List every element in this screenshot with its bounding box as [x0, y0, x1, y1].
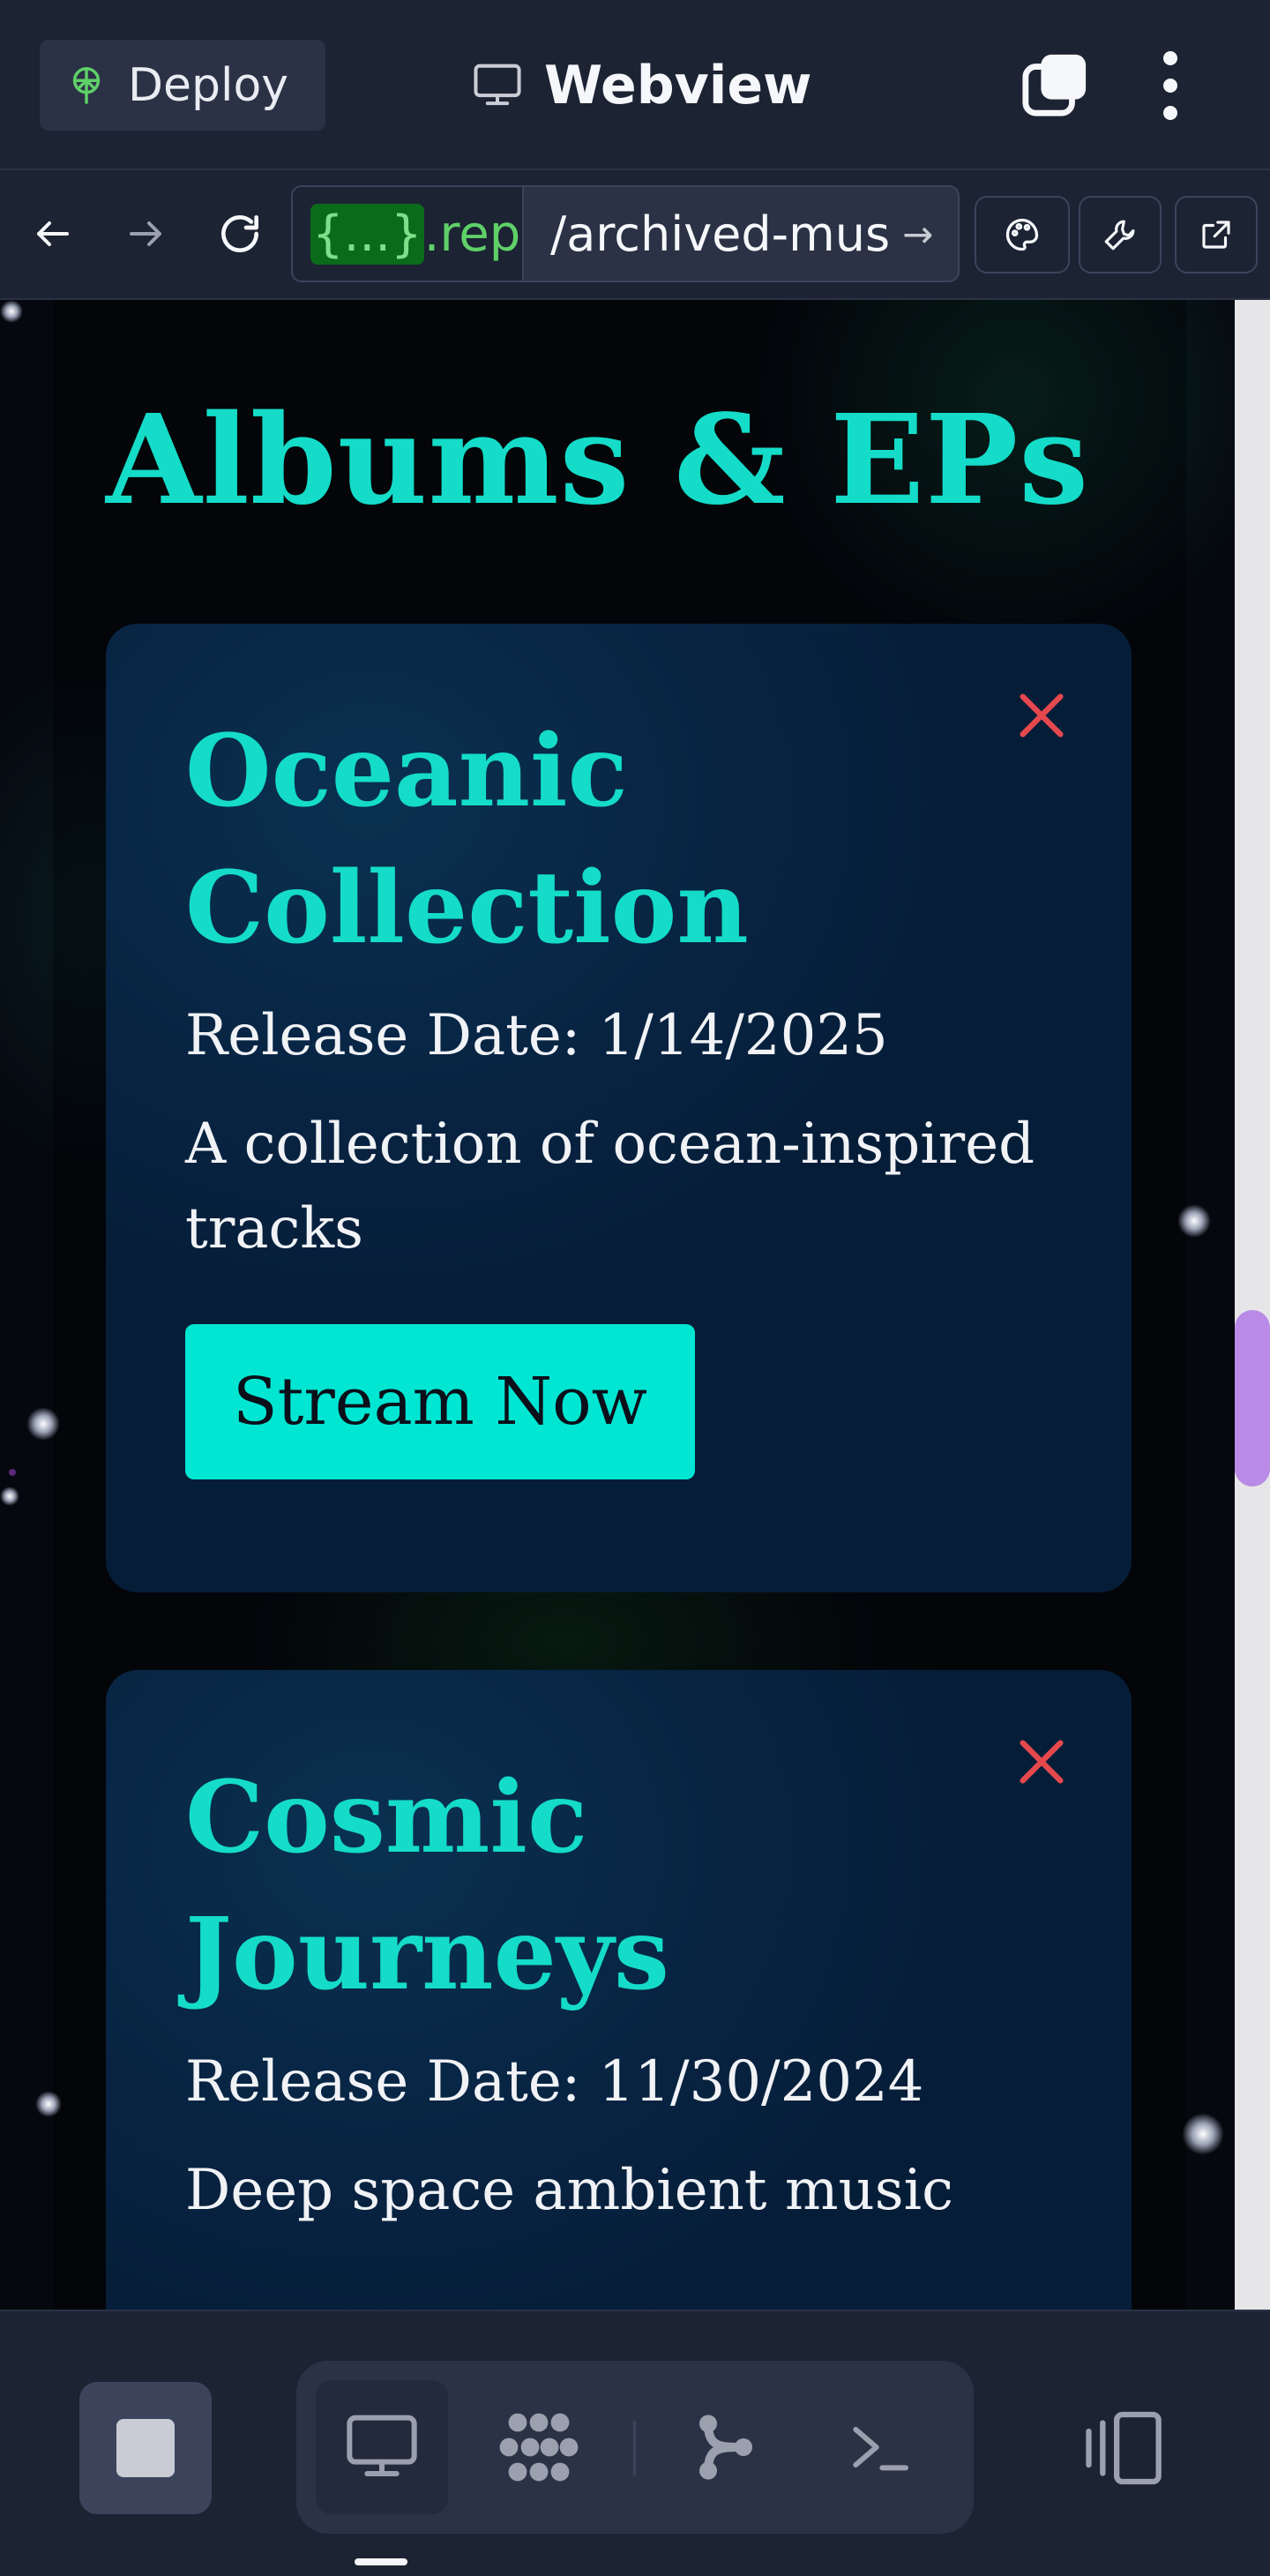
workspace-header: Deploy Webview	[0, 0, 1270, 170]
star-decoration	[0, 300, 23, 323]
git-branch-icon	[699, 2415, 752, 2480]
star-decoration	[35, 2091, 62, 2117]
url-host-brace: {...}	[310, 203, 424, 265]
device-toggle-icon[interactable]	[1080, 2408, 1164, 2488]
monitor-icon	[347, 2415, 417, 2476]
album-card: Cosmic Journeys Release Date: 11/30/2024…	[106, 1670, 1132, 2310]
album-description: A collection of ocean-inspired tracks	[185, 1112, 1035, 1262]
more-vertical-icon[interactable]	[1155, 51, 1185, 120]
delete-album-close-icon[interactable]	[1013, 1734, 1070, 1790]
star-decoration	[1182, 2113, 1224, 2155]
album-title: Oceanic Collection	[185, 714, 749, 966]
tab-shell[interactable]	[813, 2380, 945, 2514]
monitor-icon	[474, 64, 521, 106]
webview-title: Webview	[472, 44, 812, 127]
url-host-domain: .repl	[423, 205, 524, 263]
album-description: Deep space ambient music	[185, 2158, 953, 2223]
tool-tab-group	[296, 2361, 974, 2534]
tab-git[interactable]	[660, 2380, 792, 2514]
url-path-text: /archived-mus	[550, 206, 891, 262]
terminal-icon	[853, 2427, 908, 2471]
delete-album-close-icon[interactable]	[1013, 687, 1070, 744]
section-title: Albums & EPs	[106, 388, 1090, 533]
album-release-date: Release Date: 11/30/2024	[185, 2049, 924, 2115]
open-external-button[interactable]	[1175, 196, 1258, 273]
external-link-icon	[1202, 221, 1230, 249]
back-arrow-icon[interactable]	[22, 203, 84, 265]
stream-now-button[interactable]: Stream Now	[185, 1324, 695, 1479]
devtools-button[interactable]	[1079, 196, 1162, 273]
url-bar: {...} .repl /archived-mus →	[0, 172, 1270, 300]
stop-icon	[116, 2419, 175, 2477]
deploy-label: Deploy	[128, 58, 289, 112]
url-host: {...} .repl	[293, 187, 524, 281]
tab-agent[interactable]	[473, 2380, 605, 2514]
tabs-icon[interactable]	[1020, 51, 1089, 120]
palette-icon	[1005, 218, 1039, 251]
url-input[interactable]: {...} .repl /archived-mus →	[291, 185, 960, 282]
deploy-button[interactable]: Deploy	[40, 40, 325, 131]
deploy-icon	[72, 66, 101, 104]
star-decoration	[9, 1469, 16, 1476]
webview-title-text: Webview	[544, 55, 812, 116]
palette-button[interactable]	[975, 196, 1070, 273]
reload-icon[interactable]	[209, 203, 271, 265]
album-title: Cosmic Journeys	[185, 1760, 669, 2012]
forward-arrow-icon[interactable]	[115, 203, 176, 265]
stop-button[interactable]	[79, 2382, 212, 2514]
home-indicator	[355, 2558, 407, 2565]
bottom-toolbar	[0, 2310, 1270, 2576]
url-path[interactable]: /archived-mus →	[524, 206, 958, 262]
wrench-icon	[1104, 220, 1135, 251]
star-decoration	[26, 1407, 60, 1441]
tab-webview[interactable]	[316, 2380, 448, 2514]
star-decoration	[0, 1486, 19, 1506]
scrollbar-thumb[interactable]	[1235, 1310, 1270, 1486]
url-go-arrow-icon[interactable]: →	[902, 213, 933, 256]
scrollbar-track[interactable]	[1235, 300, 1270, 2310]
star-decoration	[1177, 1204, 1211, 1238]
album-release-date: Release Date: 1/14/2025	[185, 1003, 888, 1068]
agent-icon	[499, 2413, 579, 2482]
tab-separator	[633, 2421, 636, 2475]
album-card: Oceanic Collection Release Date: 1/14/20…	[106, 624, 1132, 1592]
webview-viewport[interactable]: Albums & EPs Oceanic Collection Release …	[0, 300, 1270, 2310]
